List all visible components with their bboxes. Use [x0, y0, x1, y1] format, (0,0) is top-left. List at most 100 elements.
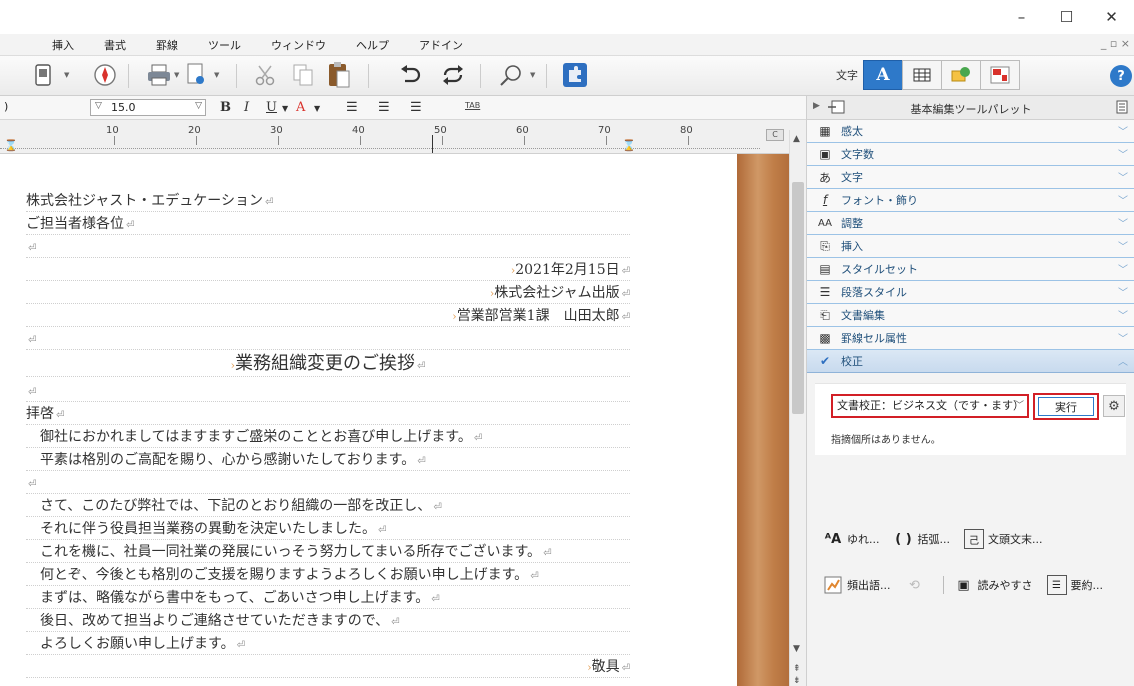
- scroll-up-icon[interactable]: ▲: [793, 134, 800, 144]
- maximize-icon[interactable]: ☐: [1044, 0, 1089, 34]
- mode-text-button[interactable]: A: [863, 60, 903, 90]
- doc-line[interactable]: 何とぞ、今後とも格別のご支援を賜りますようよろしくお願い申し上げます。 ⏎: [26, 564, 630, 586]
- frequent-words-button[interactable]: 頻出語...: [823, 575, 891, 595]
- close-icon[interactable]: ✕: [1089, 0, 1134, 34]
- doc-line[interactable]: ›敬具 ⏎: [26, 656, 630, 678]
- palette-collapse-icon[interactable]: ▶: [813, 101, 820, 111]
- page-down-icon[interactable]: ⇟: [793, 676, 801, 686]
- section-adjust[interactable]: AA 調整 ﹀: [807, 212, 1134, 235]
- help-icon[interactable]: ?: [1110, 65, 1132, 87]
- readability-button[interactable]: ▣ 読みやすさ: [954, 575, 1032, 595]
- palette-icon[interactable]: [827, 100, 845, 117]
- mode-graphic-button[interactable]: [941, 60, 981, 90]
- bracket-button[interactable]: ( ) 括弧...: [894, 529, 950, 549]
- section-char-count[interactable]: ▣ 文字数 ﹀: [807, 143, 1134, 166]
- align-center-icon[interactable]: ☰: [378, 100, 390, 115]
- doc-line[interactable]: 後日、改めて担当よりご連絡させていただきますので、 ⏎: [26, 610, 630, 632]
- section-document-edit[interactable]: ⎗ 文書編集 ﹀: [807, 304, 1134, 327]
- print-dropdown-icon[interactable]: ▼: [174, 71, 179, 79]
- chevron-down-icon: ﹀: [1118, 265, 1128, 276]
- doc-line[interactable]: ご担当者様各位 ⏎: [26, 213, 630, 235]
- section-kanta[interactable]: ▦ 感太 ﹀: [807, 120, 1134, 143]
- doc-line[interactable]: ⏎: [26, 236, 630, 258]
- menu-ruled-line[interactable]: 罫線: [156, 37, 178, 53]
- left-indent-marker-icon[interactable]: ⌛: [4, 139, 18, 152]
- doc-line[interactable]: 御社におかれましてはますますご盛栄のこととお喜び申し上げます。 ⏎: [26, 426, 630, 448]
- doc-line[interactable]: よろしくお願い申し上げます。 ⏎: [26, 633, 630, 655]
- document-page[interactable]: 株式会社ジャスト・エデュケーション ⏎ ご担当者様各位 ⏎ ⏎ ›2021年2月15…: [0, 154, 737, 686]
- menu-format[interactable]: 書式: [104, 37, 126, 53]
- doc-line[interactable]: 株式会社ジャスト・エデュケーション ⏎: [26, 190, 630, 212]
- tab-button[interactable]: TAB: [465, 101, 480, 110]
- chevron-down-icon: ﹀: [1014, 401, 1024, 411]
- underline-icon[interactable]: U: [266, 100, 277, 115]
- menu-tools[interactable]: ツール: [208, 37, 241, 53]
- section-paragraph-style[interactable]: ☰ 段落スタイル ﹀: [807, 281, 1134, 304]
- minimize-icon[interactable]: –: [999, 0, 1044, 34]
- font-size-select[interactable]: ▽ 15.0 ▽: [90, 99, 206, 116]
- section-insert[interactable]: ⎘ 挿入 ﹀: [807, 235, 1134, 258]
- menu-help[interactable]: ヘルプ: [356, 37, 389, 53]
- doc-line[interactable]: まずは、略儀ながら書中をもって、ごあいさつ申し上げます。 ⏎: [26, 587, 630, 609]
- section-proofread[interactable]: ✔ 校正 ︿: [807, 350, 1134, 373]
- font-name-dropdown-icon[interactable]: ▽: [95, 99, 102, 114]
- sentence-end-button[interactable]: 己文頭文末...: [964, 529, 1043, 549]
- undo-icon[interactable]: [398, 62, 424, 88]
- document-window-controls-icon[interactable]: _ ▫ ×: [1101, 37, 1130, 50]
- doc-line[interactable]: ›2021年2月15日 ⏎: [26, 259, 630, 281]
- mode-layout-button[interactable]: [980, 60, 1020, 90]
- ruler-corner-button[interactable]: C: [766, 129, 784, 141]
- compass-icon[interactable]: [92, 62, 118, 88]
- underline-dropdown-icon[interactable]: ▼: [282, 104, 288, 113]
- preview-icon[interactable]: [184, 62, 210, 88]
- section-ruled-cell[interactable]: ▩ 罫線セル属性 ﹀: [807, 327, 1134, 350]
- run-button[interactable]: 実行: [1038, 397, 1094, 416]
- device-dropdown-icon[interactable]: ▼: [64, 71, 69, 79]
- doc-line[interactable]: 平素は格別のご高配を賜り、心から感謝いたしております。 ⏎: [26, 449, 630, 471]
- doc-line[interactable]: 拝啓 ⏎: [26, 403, 630, 425]
- section-character[interactable]: あ文字 ﹀: [807, 166, 1134, 189]
- puzzle-icon[interactable]: [562, 62, 588, 88]
- doc-line[interactable]: さて、このたび弊社では、下記のとおり組織の一部を改正し、 ⏎: [26, 495, 630, 517]
- doc-line[interactable]: これを機に、社員一同社業の発展にいっそう努力してまいる所存でございます。 ⏎: [26, 541, 630, 563]
- doc-title-line[interactable]: ›業務組織変更のご挨拶 ⏎: [26, 351, 630, 377]
- section-font-decoration[interactable]: f フォント・飾り ﹀: [807, 189, 1134, 212]
- menu-addin[interactable]: アドイン: [419, 37, 463, 53]
- font-color-dropdown-icon[interactable]: ▼: [314, 104, 320, 113]
- palette-menu-icon[interactable]: [1116, 100, 1128, 117]
- doc-line[interactable]: ⏎: [26, 380, 630, 402]
- copy-icon[interactable]: [290, 62, 316, 88]
- align-right-icon[interactable]: ☰: [410, 100, 422, 115]
- font-color-icon[interactable]: A: [296, 100, 305, 115]
- align-left-icon[interactable]: ☰: [346, 100, 358, 115]
- menu-insert[interactable]: 挿入: [52, 37, 74, 53]
- vertical-scrollbar[interactable]: ▲ ▼ ⇞ ⇟: [789, 130, 806, 686]
- scroll-down-icon[interactable]: ▼: [793, 644, 800, 654]
- paste-icon[interactable]: [326, 62, 352, 88]
- redo-icon[interactable]: [440, 62, 466, 88]
- menu-window[interactable]: ウィンドウ: [271, 37, 326, 53]
- section-style-set[interactable]: ▤ スタイルセット ﹀: [807, 258, 1134, 281]
- italic-icon[interactable]: I: [244, 100, 249, 115]
- cut-icon[interactable]: [252, 62, 278, 88]
- proofread-mode-select[interactable]: 文書校正：ビジネス文（です・ます） ﹀: [831, 394, 1029, 418]
- preview-dropdown-icon[interactable]: ▼: [214, 71, 219, 79]
- doc-line[interactable]: それに伴う役員担当業務の異動を決定いたしました。 ⏎: [26, 518, 630, 540]
- mode-table-button[interactable]: [902, 60, 942, 90]
- search-icon[interactable]: [498, 62, 524, 88]
- right-indent-marker-icon[interactable]: ⌛: [622, 139, 636, 152]
- font-size-dropdown-icon[interactable]: ▽: [195, 99, 202, 114]
- doc-line[interactable]: ›株式会社ジャム出版 ⏎: [26, 282, 630, 304]
- variation-button[interactable]: ᴬA ゆれ...: [823, 529, 880, 549]
- doc-line[interactable]: ›営業部営業1課 山田太郎 ⏎: [26, 305, 630, 327]
- doc-line[interactable]: ⏎: [26, 328, 630, 350]
- page-up-icon[interactable]: ⇞: [793, 664, 801, 674]
- search-dropdown-icon[interactable]: ▼: [530, 71, 535, 79]
- doc-line[interactable]: ⏎: [26, 472, 630, 494]
- bold-icon[interactable]: B: [220, 100, 231, 115]
- gear-icon[interactable]: ⚙: [1103, 395, 1125, 417]
- print-icon[interactable]: [146, 62, 172, 88]
- device-icon[interactable]: [30, 62, 56, 88]
- summary-button[interactable]: ☰ 要約...: [1046, 575, 1103, 595]
- scrollbar-thumb[interactable]: [792, 182, 804, 414]
